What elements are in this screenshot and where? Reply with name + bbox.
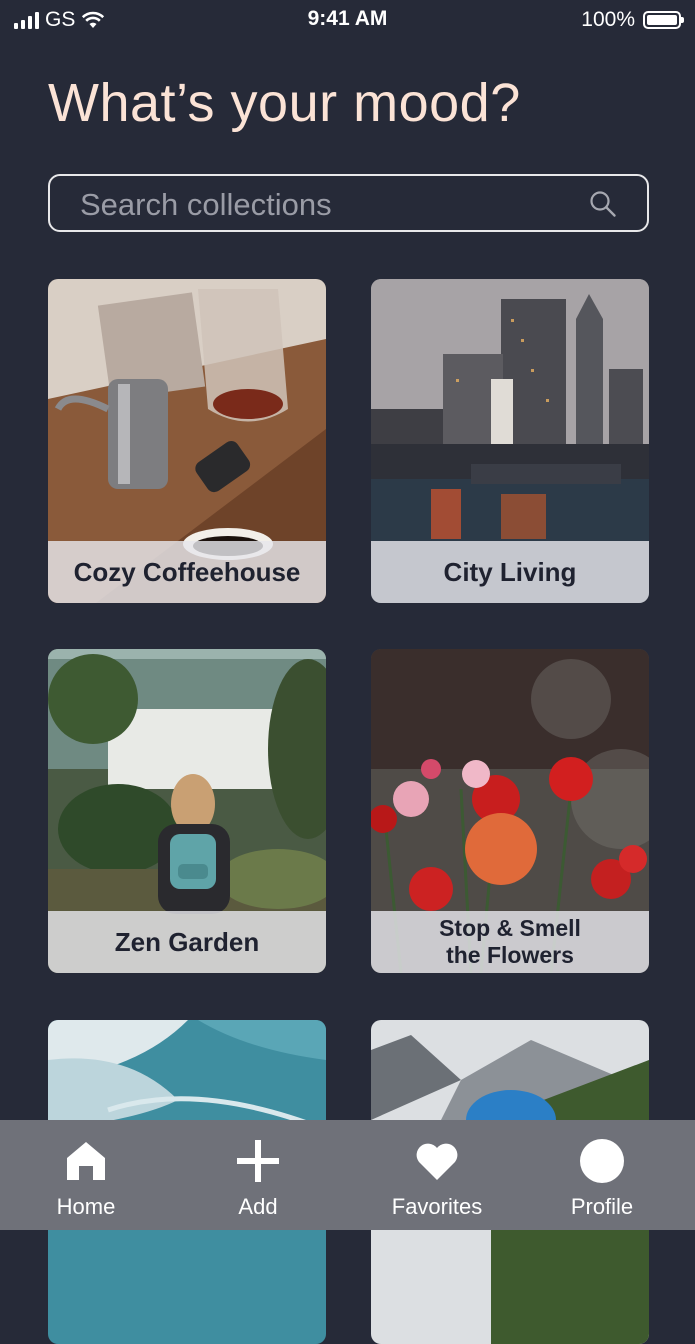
collection-label: Zen Garden [48, 911, 326, 973]
home-icon [67, 1142, 105, 1180]
tab-label: Home [56, 1194, 116, 1219]
battery-icon [643, 11, 684, 29]
tab-profile[interactable]: Profile [522, 1120, 682, 1230]
collection-label-line: Stop & Smell [439, 915, 581, 941]
tab-label: Profile [570, 1194, 634, 1219]
tab-label: Add [238, 1194, 278, 1219]
tab-add[interactable]: Add [178, 1120, 338, 1230]
collection-card-zen-garden[interactable]: Zen Garden [48, 649, 326, 973]
collection-label: Cozy Coffeehouse [48, 541, 326, 603]
collection-label-line: the Flowers [446, 942, 574, 968]
collection-label: Stop & Smell the Flowers [371, 911, 649, 973]
search-icon[interactable] [589, 190, 617, 218]
status-bar: GS 9:41 AM 100% [0, 0, 695, 40]
battery-percent: 100% [581, 8, 635, 31]
tab-label: Favorites [391, 1194, 483, 1219]
page-title: What’s your mood? [48, 73, 521, 133]
collection-card-stop-and-smell-the-flowers[interactable]: Stop & Smell the Flowers [371, 649, 649, 973]
search-box[interactable] [48, 174, 649, 232]
search-input[interactable] [78, 184, 572, 226]
plus-icon [237, 1140, 279, 1182]
collection-card-cozy-coffeehouse[interactable]: Cozy Coffeehouse [48, 279, 326, 603]
collection-label: City Living [371, 541, 649, 603]
collection-card-city-living[interactable]: City Living [371, 279, 649, 603]
tab-home[interactable]: Home [6, 1120, 166, 1230]
tab-bar: Home Add Favorites Profile [0, 1120, 695, 1230]
profile-icon [580, 1139, 624, 1183]
tab-favorites[interactable]: Favorites [357, 1120, 517, 1230]
heart-icon [416, 1143, 458, 1180]
